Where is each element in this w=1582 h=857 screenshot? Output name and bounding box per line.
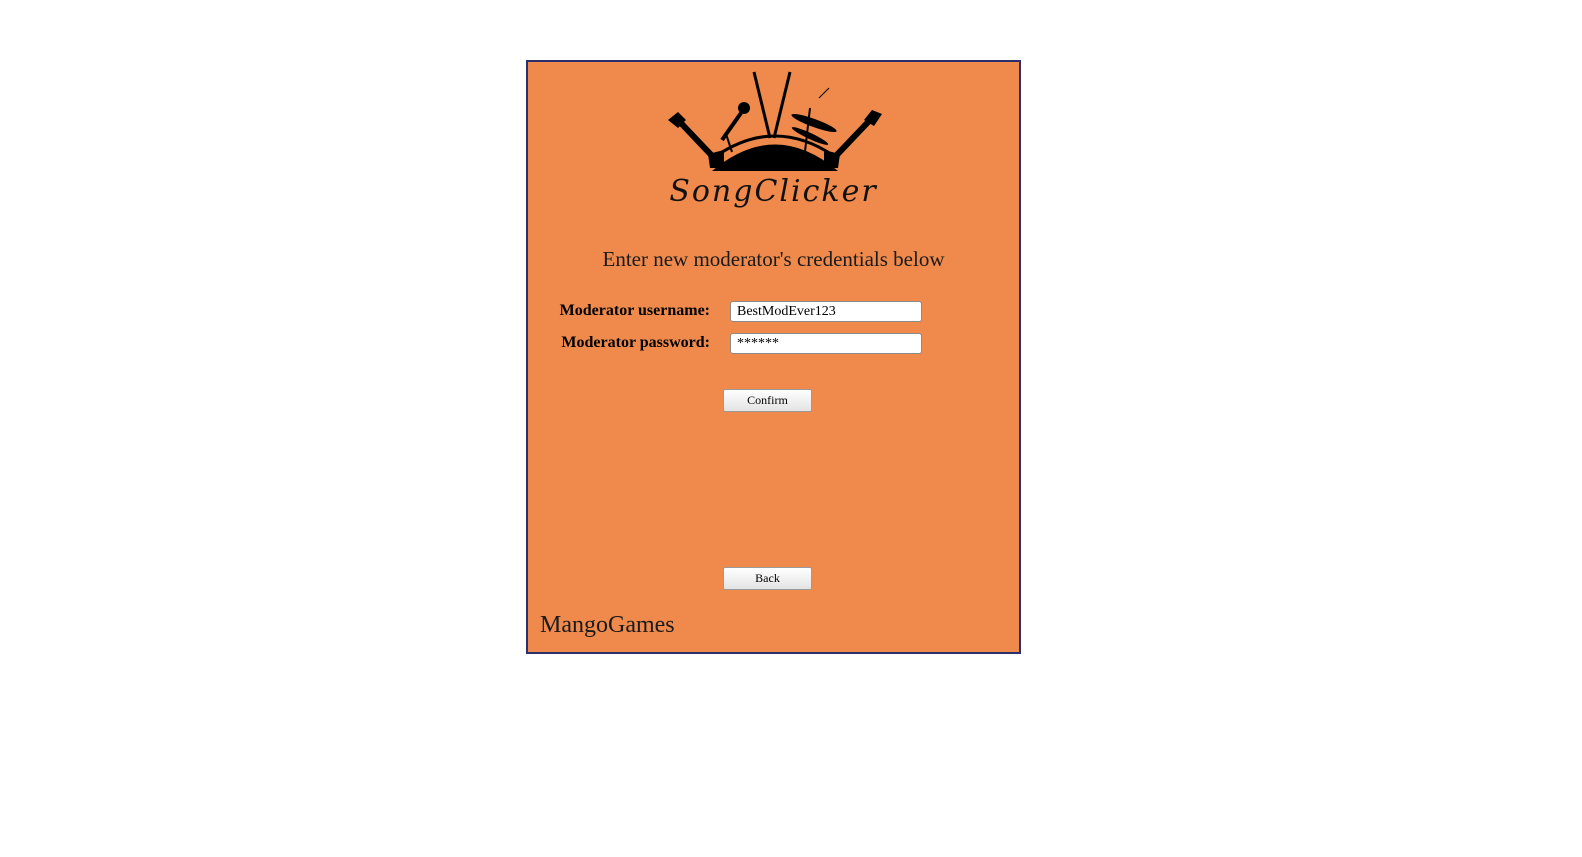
password-row: Moderator password: [528,333,1019,355]
confirm-button[interactable]: Confirm [723,389,812,412]
username-row: Moderator username: [528,301,1019,323]
username-input[interactable] [730,301,922,322]
password-label: Moderator password: [561,334,710,351]
form-heading: Enter new moderator's credentials below [602,247,945,271]
footer-company: MangoGames [540,612,675,638]
username-label: Moderator username: [559,302,710,319]
back-button[interactable]: Back [723,567,812,590]
brand-name: SongClicker [669,174,878,209]
password-input[interactable] [730,333,922,354]
main-panel: SongClicker Enter new moderator's creden… [526,60,1021,654]
